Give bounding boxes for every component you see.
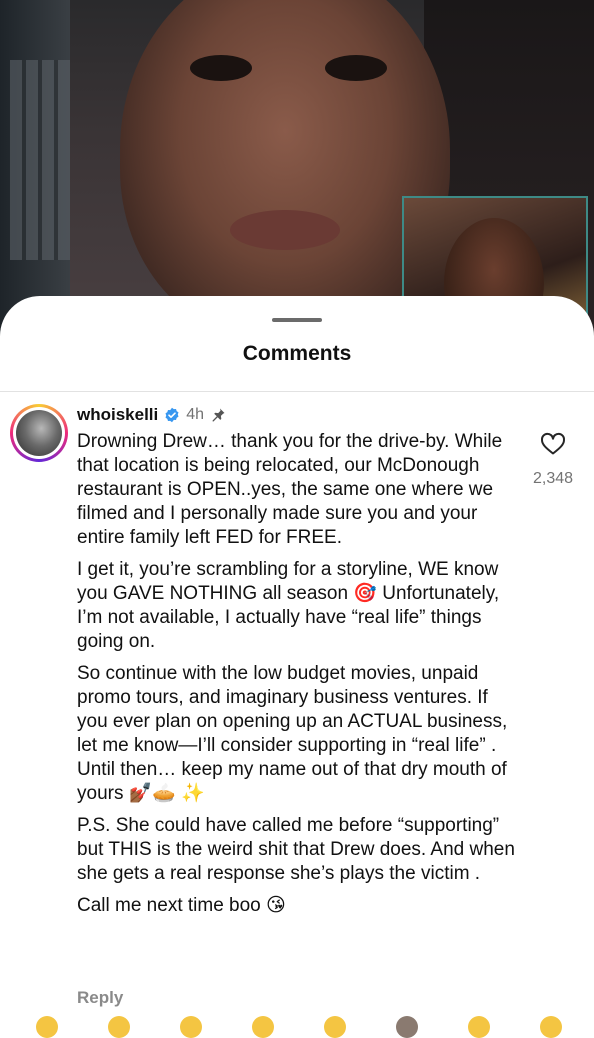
sheet-title: Comments bbox=[242, 342, 352, 365]
video-backdrop-window bbox=[10, 60, 70, 260]
emoji-reaction-icon[interactable] bbox=[468, 1016, 490, 1038]
emoji-reaction-icon[interactable] bbox=[396, 1016, 418, 1038]
verified-badge-icon bbox=[165, 407, 179, 423]
avatar bbox=[16, 410, 62, 456]
emoji-reaction-icon[interactable] bbox=[324, 1016, 346, 1038]
comment-paragraph: Call me next time boo 😘 bbox=[77, 895, 286, 916]
comment-paragraph: So continue with the low budget movies, … bbox=[77, 663, 508, 804]
reply-button[interactable]: Reply bbox=[77, 988, 123, 1008]
video-main-face bbox=[120, 0, 450, 340]
video-background bbox=[0, 0, 594, 340]
comment-username[interactable]: whoiskelli bbox=[77, 405, 158, 425]
like-count: 2,348 bbox=[532, 470, 574, 487]
video-face-right-eye bbox=[325, 55, 387, 81]
emoji-reaction-icon[interactable] bbox=[252, 1016, 274, 1038]
sheet-grabber-handle[interactable] bbox=[272, 318, 322, 322]
sheet-divider bbox=[0, 391, 594, 392]
emoji-reaction-icon[interactable] bbox=[540, 1016, 562, 1038]
comment-paragraph: P.S. She could have called me before “su… bbox=[77, 815, 515, 884]
comment-body: Drowning Drew… thank you for the drive-b… bbox=[77, 430, 517, 926]
video-face-lips bbox=[230, 210, 340, 250]
avatar-story-ring[interactable] bbox=[10, 404, 68, 462]
emoji-reaction-icon[interactable] bbox=[36, 1016, 58, 1038]
comment-timestamp: 4h bbox=[186, 406, 205, 423]
heart-outline-icon[interactable] bbox=[540, 432, 566, 456]
emoji-reaction-icon[interactable] bbox=[108, 1016, 130, 1038]
emoji-reaction-icon[interactable] bbox=[180, 1016, 202, 1038]
comment-header: whoiskelli 4h bbox=[77, 404, 226, 426]
avatar-border bbox=[13, 407, 65, 459]
pin-icon bbox=[212, 408, 225, 422]
video-face-left-eye bbox=[190, 55, 252, 81]
comment-paragraph: Drowning Drew… thank you for the drive-b… bbox=[77, 431, 503, 548]
bottom-fade bbox=[0, 1010, 594, 1024]
comment-paragraph: I get it, you’re scrambling for a storyl… bbox=[77, 559, 500, 652]
